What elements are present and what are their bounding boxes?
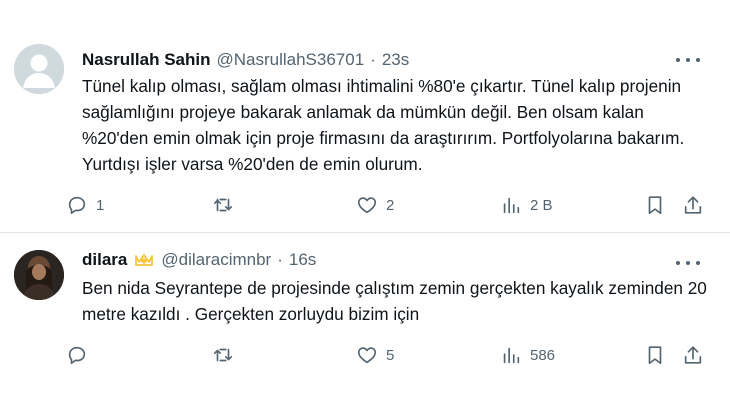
- crown-heart-badge-icon: [135, 254, 154, 266]
- author-name[interactable]: dilara: [82, 250, 127, 270]
- retweet-icon: [213, 348, 233, 362]
- heart-icon: [357, 197, 377, 214]
- user-photo-avatar[interactable]: [14, 250, 64, 300]
- like-button[interactable]: 5: [356, 340, 394, 370]
- bookmark-button[interactable]: [644, 190, 666, 220]
- tweet-time[interactable]: 23s: [382, 50, 409, 70]
- author-handle[interactable]: @dilaracimnbr: [161, 250, 271, 270]
- views-count: 2 B: [530, 196, 553, 214]
- reply-icon: [68, 346, 86, 365]
- like-count: 2: [386, 196, 395, 214]
- tweet[interactable]: dilara @dilaracimnbr · 16s Ben nida Seyr…: [0, 233, 730, 420]
- views-chart-icon: [503, 347, 520, 364]
- tweet-time[interactable]: 16s: [289, 250, 316, 270]
- share-button[interactable]: [682, 340, 704, 370]
- tweet-text: Tünel kalıp olması, sağlam olması ihtima…: [82, 76, 685, 174]
- bookmark-icon: [648, 196, 662, 215]
- reply-icon: [68, 196, 86, 215]
- share-icon: [684, 346, 702, 364]
- views-button[interactable]: 586: [500, 340, 555, 370]
- bookmark-icon: [648, 346, 662, 365]
- separator-dot: ·: [370, 50, 376, 69]
- tweet-text: Ben nida Seyrantepe de projesinde çalışt…: [82, 278, 707, 324]
- reply-count: 1: [96, 196, 105, 214]
- author-handle[interactable]: @NasrullahS36701: [216, 50, 364, 70]
- heart-icon: [357, 347, 377, 364]
- views-chart-icon: [503, 197, 520, 214]
- views-count: 586: [530, 346, 556, 364]
- tweet[interactable]: Nasrullah Sahin @NasrullahS36701 · 23s T…: [0, 0, 730, 233]
- views-button[interactable]: 2 B: [500, 190, 553, 220]
- tweet-actions: 1 2 2 B: [66, 190, 710, 220]
- tweet-header: Nasrullah Sahin @NasrullahS36701 · 23s: [82, 48, 409, 72]
- share-button[interactable]: [682, 190, 704, 220]
- tweet-thread: Nasrullah Sahin @NasrullahS36701 · 23s T…: [0, 0, 730, 420]
- retweet-button[interactable]: [212, 190, 242, 220]
- tweet-actions: 5 586: [66, 340, 710, 370]
- author-name[interactable]: Nasrullah Sahin: [82, 50, 210, 70]
- default-avatar-icon[interactable]: [14, 44, 64, 94]
- separator-dot: ·: [277, 250, 283, 269]
- like-button[interactable]: 2: [356, 190, 394, 220]
- more-dots-icon[interactable]: [676, 257, 700, 269]
- reply-button[interactable]: [66, 340, 96, 370]
- retweet-icon: [213, 198, 233, 212]
- reply-button[interactable]: 1: [66, 190, 104, 220]
- share-icon: [684, 196, 702, 214]
- retweet-button[interactable]: [212, 340, 242, 370]
- more-dots-icon[interactable]: [676, 54, 700, 66]
- like-count: 5: [386, 346, 395, 364]
- tweet-header: dilara @dilaracimnbr · 16s: [82, 248, 316, 272]
- bookmark-button[interactable]: [644, 340, 666, 370]
